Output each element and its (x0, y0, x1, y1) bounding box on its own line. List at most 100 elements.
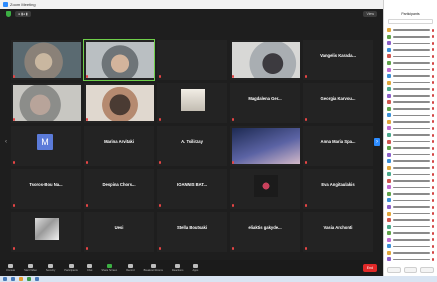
toolbar-button-breakout-rooms[interactable]: Breakout Rooms (144, 264, 163, 272)
toolbar-button-label: Chat (86, 269, 93, 272)
muted-mic-icon (432, 192, 434, 196)
mute-all-button[interactable] (403, 267, 418, 273)
participant-tile[interactable]: A. Tsilirzay (157, 126, 227, 166)
muted-mic-icon (13, 118, 15, 121)
participant-tile[interactable]: Marina Arvitaki (84, 126, 154, 166)
participant-name: Vasia Archonti (323, 225, 353, 230)
participant-tile[interactable] (157, 40, 227, 80)
participant-label (159, 247, 161, 250)
toolbar-button-start-video[interactable]: Start Video (24, 264, 37, 272)
participant-list-name (393, 173, 430, 176)
participant-avatar (387, 152, 391, 157)
muted-mic-icon (13, 247, 15, 250)
taskbar-app-icon[interactable] (35, 277, 39, 281)
participant-video (86, 42, 154, 78)
participant-tile[interactable]: Georgia Karvou... (303, 83, 373, 123)
participant-tile[interactable]: M (11, 126, 81, 166)
invite-button[interactable] (387, 267, 401, 273)
participant-avatar (387, 198, 391, 203)
participant-label (86, 204, 88, 207)
participant-name: Marina Arvitaki (104, 139, 134, 144)
muted-mic-icon (432, 41, 434, 45)
toolbar-button-apps[interactable]: Apps (192, 264, 198, 272)
window-title: Zoom Meeting (10, 2, 36, 7)
muted-mic-icon (232, 247, 234, 250)
muted-mic-icon (432, 133, 434, 137)
toolbar-button-label: Record (126, 269, 135, 272)
participant-avatar (387, 67, 391, 72)
toolbar-button-label: Reactions (171, 269, 184, 272)
participant-list-name (393, 36, 430, 38)
participant-tile[interactable]: Vangelis Karada... (303, 40, 373, 80)
participant-tile[interactable]: Uesi (84, 212, 154, 252)
participant-tile[interactable] (230, 126, 300, 166)
participant-tile[interactable]: eliaktis gakyde... (230, 212, 300, 252)
participant-name: Anna Maria Spa... (320, 139, 356, 144)
participant-tile[interactable] (230, 40, 300, 80)
view-button[interactable]: View (363, 11, 377, 17)
participant-label (305, 75, 307, 78)
participant-tile[interactable]: Vasia Archonti (303, 212, 373, 252)
participant-label (305, 161, 307, 164)
muted-mic-icon (86, 247, 88, 250)
participant-avatar (387, 159, 391, 164)
participant-video (232, 42, 300, 78)
participant-tile[interactable]: Anna Maria Spa... (303, 126, 373, 166)
participant-list-name (393, 166, 430, 169)
taskbar-app-icon[interactable] (11, 277, 15, 281)
toolbar-button-label: Security (45, 269, 56, 272)
participant-list-name (393, 134, 430, 136)
toolbar-button-unmute[interactable]: Unmute (6, 264, 15, 272)
muted-mic-icon (232, 161, 234, 164)
participant-tile[interactable]: Magdalena Ger... (230, 83, 300, 123)
participant-tile[interactable] (84, 83, 154, 123)
participant-tile[interactable] (157, 83, 227, 123)
meeting-toolbar: Unmute Start Video Security Participants Cha… (0, 260, 383, 276)
participant-tile[interactable]: Eva Angitaulakis (303, 169, 373, 209)
participant-list-name (393, 55, 430, 58)
meeting-info-pill[interactable]: ● ▮◂ ▮ (15, 11, 31, 17)
participant-tile[interactable]: Tsoros-Bou Na... (11, 169, 81, 209)
title-bar: Zoom Meeting (0, 0, 383, 9)
toolbar-button-label: Breakout Rooms (143, 269, 163, 272)
participant-video (13, 85, 81, 121)
muted-mic-icon (232, 75, 234, 78)
muted-mic-icon (86, 75, 88, 78)
participant-avatar (387, 211, 391, 216)
toolbar-button-share-screen[interactable]: Share Screen (101, 264, 117, 272)
participant-tile[interactable] (83, 39, 155, 81)
toolbar-button-record[interactable]: Record (126, 264, 135, 272)
muted-mic-icon (305, 247, 307, 250)
participant-label (13, 247, 15, 250)
muted-mic-icon (432, 146, 434, 150)
participant-list-name (393, 219, 430, 221)
more-options-button[interactable] (420, 267, 435, 273)
gallery-grid: Vangelis Karada... Magdalena Ger... Georgi… (11, 39, 373, 252)
next-page-arrow-icon[interactable]: › (374, 138, 380, 146)
toolbar-button-reactions[interactable]: Reactions (171, 264, 184, 272)
toolbar-button-security[interactable]: Security (46, 264, 55, 272)
encryption-shield-icon[interactable] (6, 11, 11, 17)
participant-tile[interactable]: Despina Chors... (84, 169, 154, 209)
share-icon (106, 264, 112, 268)
participant-avatar (387, 47, 391, 52)
participant-tile[interactable] (11, 40, 81, 80)
participant-list-item[interactable] (387, 256, 434, 263)
participant-tile[interactable]: IOANNIS BAT... (157, 169, 227, 209)
muted-mic-icon (432, 225, 434, 229)
participant-tile[interactable]: Stella Boutsaki (157, 212, 227, 252)
toolbar-button-chat[interactable]: Chat (87, 264, 92, 272)
toolbar-button-participants[interactable]: Participants (64, 264, 78, 272)
participant-tile[interactable] (11, 83, 81, 123)
start-icon[interactable] (3, 277, 7, 281)
end-meeting-button[interactable]: End (362, 264, 377, 272)
participant-avatar (387, 54, 391, 59)
participant-name: Eva Angitaulakis (321, 182, 355, 187)
taskbar-app-icon[interactable] (19, 277, 23, 281)
muted-mic-icon (432, 198, 434, 202)
taskbar-app-icon[interactable] (27, 277, 31, 281)
participant-tile[interactable] (230, 169, 300, 209)
participant-tile[interactable] (11, 212, 81, 252)
previous-page-arrow-icon[interactable]: ‹ (3, 138, 9, 146)
participants-search-input[interactable] (388, 19, 433, 24)
